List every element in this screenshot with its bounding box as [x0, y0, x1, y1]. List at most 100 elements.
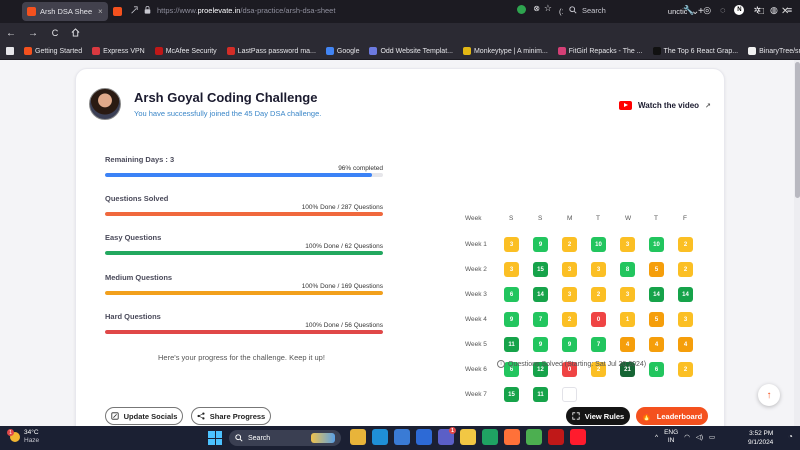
volume-icon[interactable]: ◁) [696, 433, 703, 441]
menu-icon[interactable]: ≡ [787, 5, 792, 15]
day-cell: 7 [591, 337, 606, 352]
bookmark-item[interactable]: Monkeytype | A minim... [462, 47, 548, 55]
chrome-icon[interactable] [526, 429, 542, 445]
site-info-icon[interactable] [130, 6, 138, 14]
notes-icon[interactable] [460, 429, 476, 445]
day-cell: 5 [649, 312, 664, 327]
wifi-icon[interactable]: ◠ [684, 433, 690, 441]
day-cell: 3 [562, 287, 577, 302]
clock[interactable]: 3:52 PM 9/1/2024 [748, 429, 773, 447]
battery-icon[interactable]: ▭ [709, 433, 715, 441]
questions-solved-note: i Questions Solved (Starting: Sat Jul 20… [497, 360, 646, 368]
tray-chevron-icon[interactable]: ^ [655, 434, 658, 441]
extension-ring-icon[interactable]: ◌ [720, 5, 725, 15]
file-explorer-icon[interactable] [350, 429, 366, 445]
store-icon[interactable] [416, 429, 432, 445]
taskbar-search[interactable]: Search [229, 430, 341, 446]
bookmark-favicon-icon [462, 47, 471, 55]
watch-video-link[interactable]: Watch the video ↗ [619, 101, 711, 110]
profile-icon[interactable]: ◍ [770, 5, 778, 16]
url-bar[interactable]: https://www.proelevate.in/dsa-practice/a… [122, 2, 556, 18]
scroll-to-top-button[interactable]: ↑ [758, 384, 780, 406]
photos-icon[interactable] [394, 429, 410, 445]
search-icon [569, 6, 577, 14]
stat-label: Easy Questions [105, 233, 162, 242]
shield-icon[interactable]: ◎ [703, 5, 711, 16]
search-bar[interactable]: Search [563, 2, 668, 18]
progress-bar-fill [105, 173, 372, 177]
day-cell: 14 [649, 287, 664, 302]
notification-bell-icon[interactable]: ◔ [788, 432, 793, 441]
search-icon [235, 434, 243, 442]
challenge-card: Arsh Goyal Coding Challenge You have suc… [75, 68, 725, 426]
stat-label: Medium Questions [105, 273, 173, 282]
url-host: proelevate.in [197, 6, 241, 15]
bookmark-item[interactable]: Google [325, 47, 359, 55]
bookmark-item[interactable]: LastPass password ma... [226, 47, 316, 55]
arrow-up-icon: ↑ [766, 389, 772, 401]
start-button[interactable] [208, 431, 222, 445]
edge-icon[interactable] [372, 429, 388, 445]
files-icon[interactable] [482, 429, 498, 445]
teams-icon[interactable]: 1 [438, 427, 456, 445]
update-socials-button[interactable]: Update Socials [105, 407, 183, 425]
bookmark-item[interactable]: BinaryTree/src/tree-lib... [748, 47, 800, 55]
bookmark-favicon-icon [369, 47, 378, 55]
bookmark-favicon-icon [557, 47, 566, 55]
account-avatar-icon[interactable]: N [734, 5, 745, 15]
day-cell: 5 [649, 262, 664, 277]
close-tab-icon[interactable]: × [98, 7, 103, 16]
day-cell: 2 [678, 237, 693, 252]
scrollbar-thumb[interactable] [795, 62, 800, 198]
day-cell: 2 [562, 312, 577, 327]
share-progress-button[interactable]: Share Progress [191, 407, 271, 425]
bookmark-item[interactable]: FitGirl Repacks - The ... [557, 47, 643, 55]
bookmark-item[interactable]: The Top 6 React Grap... [652, 47, 738, 55]
bookmark-item[interactable]: Express VPN [92, 47, 145, 55]
url-scheme: https://www. [157, 6, 198, 15]
wrench-icon[interactable]: 🔧 [683, 5, 694, 16]
day-cell: 4 [649, 337, 664, 352]
browser-tab[interactable]: Arsh DSA Shee × [22, 2, 108, 21]
day-cell: 10 [649, 237, 664, 252]
bookmark-star-icon[interactable]: ☆ [544, 3, 552, 14]
extension-icon[interactable] [517, 5, 526, 14]
day-cell: 2 [591, 287, 606, 302]
mcafee-icon[interactable] [548, 429, 564, 445]
day-column-header: M [567, 215, 573, 222]
progress-bar-fill [105, 212, 383, 216]
bookmarks-folder-icon[interactable] [6, 47, 14, 55]
bookmark-item[interactable]: Odd Website Templat... [369, 47, 453, 55]
lock-icon [144, 6, 151, 14]
extensions-puzzle-icon[interactable]: ✲ [753, 5, 761, 16]
language-indicator[interactable]: ENG IN [664, 429, 678, 445]
day-cell: 3 [562, 262, 577, 277]
external-link-icon: ↗ [705, 102, 711, 110]
progress-stat: Remaining Days : 3 96% completed [105, 155, 383, 177]
view-rules-button[interactable]: View Rules [566, 407, 630, 425]
home-button[interactable] [68, 27, 82, 39]
day-cell: 15 [533, 262, 548, 277]
app-badge: 1 [449, 427, 456, 434]
week-label: Week 2 [465, 266, 487, 273]
day-cell: 0 [591, 312, 606, 327]
day-cell: 11 [533, 387, 548, 402]
day-cell: 14 [678, 287, 693, 302]
clock-date: 9/1/2024 [748, 439, 774, 446]
reader-close-icon[interactable]: ⊗ [533, 4, 540, 13]
back-button[interactable]: ← [4, 28, 18, 39]
day-cell: 2 [678, 262, 693, 277]
week-label: Week 6 [465, 366, 487, 373]
firefox-icon[interactable] [504, 429, 520, 445]
tab-label: Arsh DSA Shee [40, 7, 92, 16]
reload-button[interactable]: C [48, 28, 62, 38]
bookmark-item[interactable]: Getting Started [24, 47, 82, 55]
url-path: /dsa-practice/arsh-dsa-sheet [240, 6, 336, 15]
forward-button[interactable]: → [26, 28, 40, 39]
stat-value: 100% Done / 56 Questions [305, 322, 383, 329]
leaderboard-button[interactable]: 🔥 Leaderboard [636, 407, 708, 425]
opera-icon[interactable] [570, 429, 586, 445]
progress-bar-fill [105, 330, 383, 334]
bookmark-item[interactable]: McAfee Security [154, 47, 217, 55]
weather-widget[interactable]: 1 34°C Haze [7, 429, 39, 445]
